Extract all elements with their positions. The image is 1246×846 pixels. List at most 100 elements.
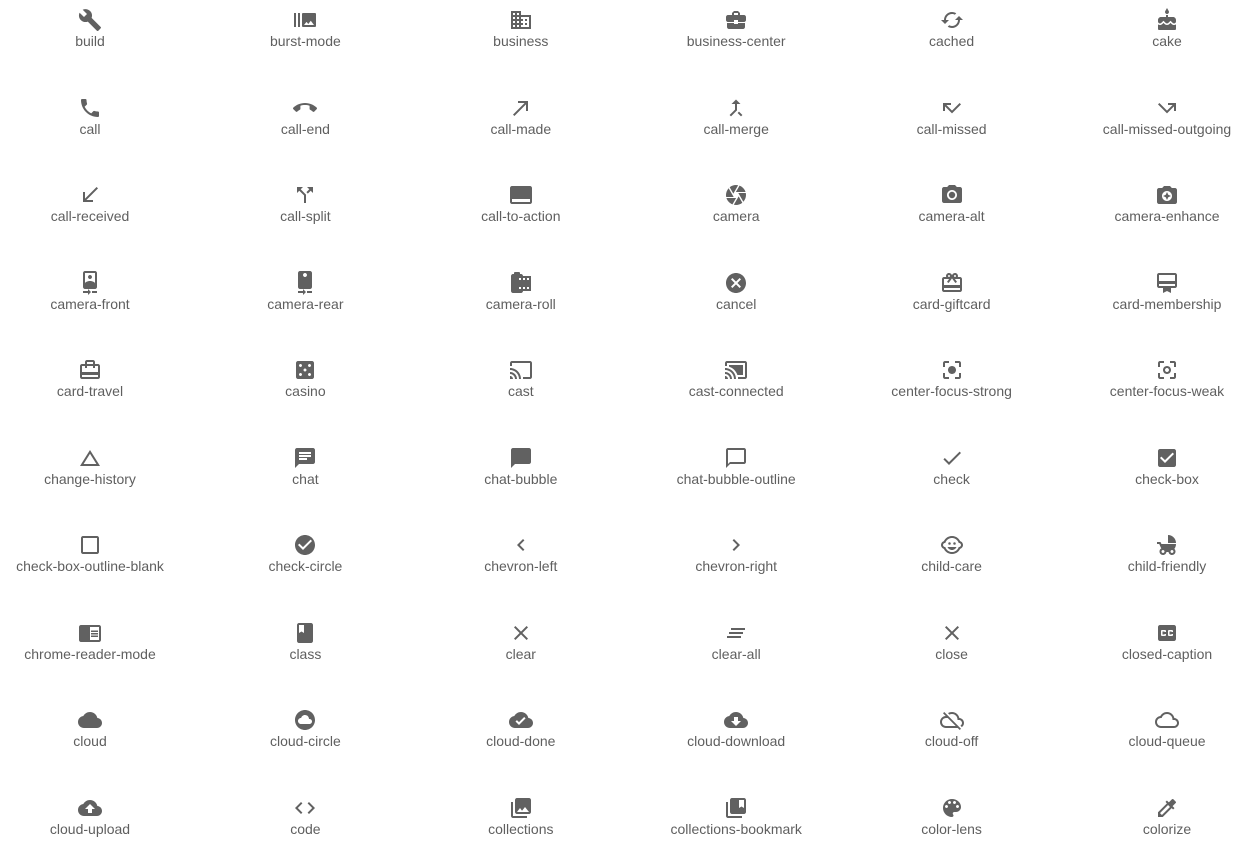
icon-tile-check-box-outline-blank[interactable]: check-box-outline-blank <box>0 533 190 574</box>
icon-tile-business[interactable]: business <box>421 8 621 49</box>
call-icon <box>78 96 102 120</box>
icon-tile-call-split[interactable]: call-split <box>205 183 405 224</box>
icon-tile-camera-roll[interactable]: camera-roll <box>421 271 621 312</box>
icon-tile-camera-alt[interactable]: camera-alt <box>852 183 1052 224</box>
child-friendly-icon <box>1155 533 1179 557</box>
call-missed-icon <box>940 96 964 120</box>
check-box-icon <box>1155 446 1179 470</box>
icon-label: cake <box>1152 33 1182 49</box>
icon-tile-call-end[interactable]: call-end <box>205 96 405 137</box>
icon-label: call-split <box>280 208 331 224</box>
icon-tile-cloud-done[interactable]: cloud-done <box>421 708 621 749</box>
icon-tile-cast[interactable]: cast <box>421 358 621 399</box>
icon-tile-cloud[interactable]: cloud <box>0 708 190 749</box>
icon-tile-cached[interactable]: cached <box>852 8 1052 49</box>
cloud-icon <box>78 708 102 732</box>
icon-tile-cake[interactable]: cake <box>1067 8 1246 49</box>
icon-tile-build[interactable]: build <box>0 8 190 49</box>
icon-tile-business-center[interactable]: business-center <box>636 8 836 49</box>
icon-tile-chevron-right[interactable]: chevron-right <box>636 533 836 574</box>
clear-icon <box>509 621 533 645</box>
icon-label: check <box>933 470 970 487</box>
icon-label: cancel <box>715 295 757 312</box>
icon-tile-cloud-circle[interactable]: cloud-circle <box>205 708 405 749</box>
icon-tile-collections-bookmark[interactable]: collections-bookmark <box>636 796 836 837</box>
class-icon <box>293 621 317 645</box>
icon-tile-close[interactable]: close <box>852 621 1052 662</box>
icon-tile-code[interactable]: code <box>205 796 405 837</box>
icon-tile-check-box[interactable]: check-box <box>1067 446 1246 487</box>
icon-tile-card-travel[interactable]: card-travel <box>0 358 190 399</box>
icon-tile-color-lens[interactable]: color-lens <box>852 796 1052 837</box>
icon-tile-cast-connected[interactable]: cast-connected <box>636 358 836 399</box>
icon-tile-camera-front[interactable]: camera-front <box>0 270 190 312</box>
icon-tile-chevron-left[interactable]: chevron-left <box>421 533 621 574</box>
icon-tile-card-giftcard[interactable]: card-giftcard <box>852 271 1052 312</box>
icon-label: cloud-upload <box>49 820 131 837</box>
icon-label: cloud-circle <box>269 733 341 749</box>
icon-tile-chat-bubble[interactable]: chat-bubble <box>421 446 621 487</box>
icon-label: change-history <box>44 470 136 487</box>
close-icon <box>940 621 964 645</box>
colorize-icon <box>1155 796 1179 820</box>
icon-tile-cloud-upload[interactable]: cloud-upload <box>0 796 190 837</box>
icon-tile-call-to-action[interactable]: call-to-action <box>421 183 621 224</box>
icon-tile-class[interactable]: class <box>205 621 405 662</box>
icon-tile-closed-caption[interactable]: closed-caption <box>1067 621 1246 662</box>
icon-tile-colorize[interactable]: colorize <box>1067 796 1246 837</box>
icon-tile-camera-enhance[interactable]: camera-enhance <box>1067 183 1246 224</box>
icon-label: camera-enhance <box>1114 208 1220 224</box>
icon-tile-call[interactable]: call <box>0 96 190 137</box>
icon-label: card-giftcard <box>912 295 991 312</box>
icon-tile-cloud-download[interactable]: cloud-download <box>636 708 836 749</box>
icon-tile-chat[interactable]: chat <box>205 446 405 487</box>
icon-tile-cloud-queue[interactable]: cloud-queue <box>1067 708 1246 749</box>
chat-bubble-outline-icon <box>724 446 748 470</box>
icon-label: camera-rear <box>267 295 344 312</box>
icon-tile-check-circle[interactable]: check-circle <box>205 533 405 574</box>
closed-caption-icon <box>1155 621 1179 645</box>
icon-tile-camera-rear[interactable]: camera-rear <box>205 270 405 312</box>
icon-label: call-received <box>50 208 130 224</box>
icon-label: cast-connected <box>688 383 784 399</box>
clear-all-icon <box>724 621 748 645</box>
icon-tile-call-missed-outgoing[interactable]: call-missed-outgoing <box>1067 96 1246 137</box>
icon-tile-change-history[interactable]: change-history <box>0 446 190 487</box>
icon-tile-burst-mode[interactable]: burst-mode <box>205 8 405 49</box>
icon-tile-child-care[interactable]: child-care <box>852 533 1052 574</box>
icon-tile-check[interactable]: check <box>852 446 1052 487</box>
code-icon <box>293 796 317 820</box>
icon-tile-card-membership[interactable]: card-membership <box>1067 271 1246 312</box>
icon-tile-chrome-reader-mode[interactable]: chrome-reader-mode <box>0 621 190 662</box>
icon-tile-camera[interactable]: camera <box>636 183 836 224</box>
icon-tile-cancel[interactable]: cancel <box>636 271 836 312</box>
center-focus-weak-icon <box>1155 358 1179 382</box>
icon-tile-center-focus-strong[interactable]: center-focus-strong <box>852 358 1052 399</box>
icon-tile-call-received[interactable]: call-received <box>0 183 190 224</box>
cloud-download-icon <box>724 708 749 732</box>
icon-tile-cloud-off[interactable]: cloud-off <box>852 708 1052 749</box>
icon-tile-center-focus-weak[interactable]: center-focus-weak <box>1067 358 1246 399</box>
cast-icon <box>509 358 533 382</box>
icon-label: closed-caption <box>1121 645 1213 662</box>
icon-tile-call-missed[interactable]: call-missed <box>852 96 1052 137</box>
icon-tile-call-made[interactable]: call-made <box>421 96 621 137</box>
icon-tile-call-merge[interactable]: call-merge <box>636 96 836 137</box>
icon-label: chat-bubble-outline <box>676 470 796 487</box>
icon-tile-collections[interactable]: collections <box>421 796 621 837</box>
icon-tile-chat-bubble-outline[interactable]: chat-bubble-outline <box>636 446 836 487</box>
icon-label: call-end <box>280 120 330 137</box>
icon-tile-clear[interactable]: clear <box>421 621 621 662</box>
build-icon <box>78 8 102 32</box>
call-made-icon <box>509 96 533 120</box>
cached-icon <box>940 8 964 32</box>
icon-label: chat-bubble <box>484 470 558 487</box>
icon-tile-casino[interactable]: casino <box>205 358 405 399</box>
cloud-upload-icon <box>78 796 102 820</box>
icon-tile-clear-all[interactable]: clear-all <box>636 621 836 662</box>
icon-label: check-box-outline-blank <box>16 558 164 574</box>
icon-label: color-lens <box>921 820 982 837</box>
icon-label: check-circle <box>268 558 343 574</box>
icon-label: close <box>935 645 968 662</box>
icon-tile-child-friendly[interactable]: child-friendly <box>1067 533 1246 574</box>
